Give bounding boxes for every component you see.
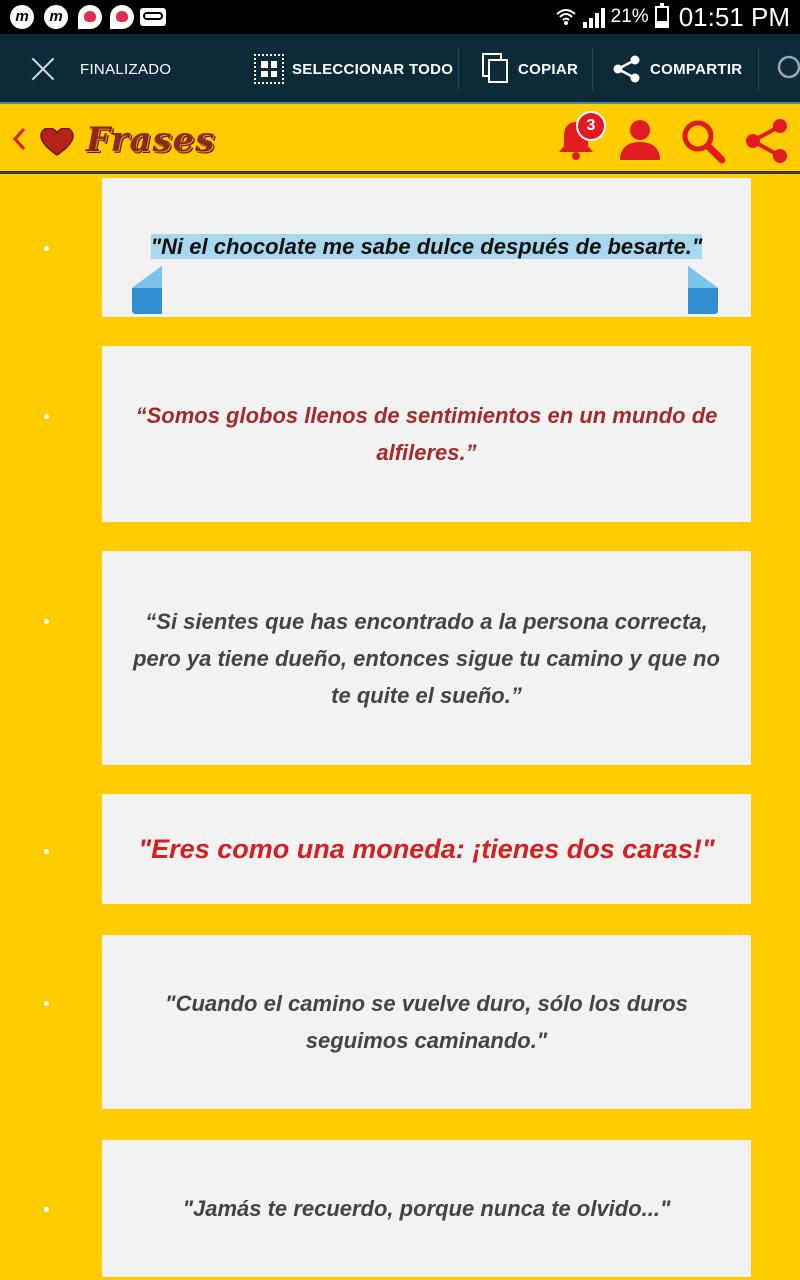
list-bullet — [44, 246, 49, 251]
user-icon — [620, 120, 660, 160]
selected-text[interactable]: "Ni el chocolate me sabe dulce después d… — [150, 234, 703, 259]
quote-text[interactable]: "Ni el chocolate me sabe dulce después d… — [150, 228, 703, 265]
wifi-icon — [555, 6, 577, 28]
select-all-label: SELECCIONAR TODO — [292, 60, 454, 78]
list-bullet — [44, 1207, 49, 1212]
list-bullet — [44, 1001, 49, 1006]
profile-button[interactable] — [618, 118, 662, 167]
web-search-button[interactable] — [776, 34, 800, 104]
copy-label: COPIAR — [518, 60, 579, 78]
chevron-left-icon — [12, 127, 26, 151]
list-bullet — [44, 619, 49, 624]
select-all-icon — [254, 54, 284, 84]
heart-message-icon — [78, 5, 102, 29]
list-bullet — [44, 849, 49, 854]
close-icon — [30, 56, 56, 82]
search-button[interactable] — [680, 118, 726, 169]
select-all-button[interactable]: SELECCIONAR TODO — [254, 34, 453, 104]
app-header: Frases — [0, 104, 800, 174]
share-button[interactable] — [744, 118, 790, 169]
selection-handle-left[interactable] — [132, 266, 162, 316]
m-icon: m — [44, 5, 68, 29]
heart-message-icon — [110, 5, 134, 29]
clock: 01:51 PM — [678, 1, 790, 32]
quote-text[interactable]: "Cuando el camino se vuelve duro, sólo l… — [124, 985, 729, 1059]
quote-card[interactable]: "Eres como una moneda: ¡tienes dos caras… — [102, 794, 751, 904]
quote-card[interactable]: "Jamás te recuerdo, porque nunca te olvi… — [102, 1140, 751, 1277]
m-icon: m — [10, 5, 34, 29]
battery-icon — [654, 3, 669, 28]
search-icon — [682, 120, 726, 164]
quote-card[interactable]: "Ni el chocolate me sabe dulce después d… — [102, 178, 751, 317]
copy-button[interactable]: COPIAR — [482, 34, 578, 104]
back-button[interactable] — [10, 126, 28, 152]
text-selection-action-bar: FINALIZADO SELECCIONAR TODO COPIAR COMPA… — [0, 34, 800, 104]
quote-text[interactable]: “Somos globos llenos de sentimientos en … — [124, 397, 729, 471]
share-label: COMPARTIR — [650, 60, 743, 78]
heart-icon — [40, 127, 74, 161]
share-icon — [612, 54, 642, 84]
quote-card[interactable]: “Somos globos llenos de sentimientos en … — [102, 346, 751, 522]
quote-text[interactable]: "Eres como una moneda: ¡tienes dos caras… — [138, 831, 714, 868]
search-icon — [777, 55, 800, 79]
quote-text[interactable]: "Jamás te recuerdo, porque nunca te olvi… — [183, 1190, 671, 1227]
signal-icon — [582, 6, 605, 28]
selection-handle-right[interactable] — [688, 266, 718, 316]
quote-text[interactable]: “Si sientes que has encontrado a la pers… — [124, 603, 729, 714]
done-label: FINALIZADO — [80, 60, 172, 78]
status-bar: m m 21% 01:51 PM — [0, 0, 800, 34]
voicemail-icon — [140, 8, 166, 26]
copy-icon — [482, 53, 510, 85]
notification-badge: 3 — [576, 111, 606, 141]
done-button[interactable]: FINALIZADO — [30, 34, 171, 104]
share-button[interactable]: COMPARTIR — [612, 34, 742, 104]
share-icon — [746, 119, 787, 163]
battery-percent: 21% — [610, 6, 649, 27]
app-title: Frases — [86, 120, 216, 160]
quote-card[interactable]: “Si sientes que has encontrado a la pers… — [102, 551, 751, 765]
quote-card[interactable]: "Cuando el camino se vuelve duro, sólo l… — [102, 935, 751, 1109]
list-bullet — [44, 414, 49, 419]
